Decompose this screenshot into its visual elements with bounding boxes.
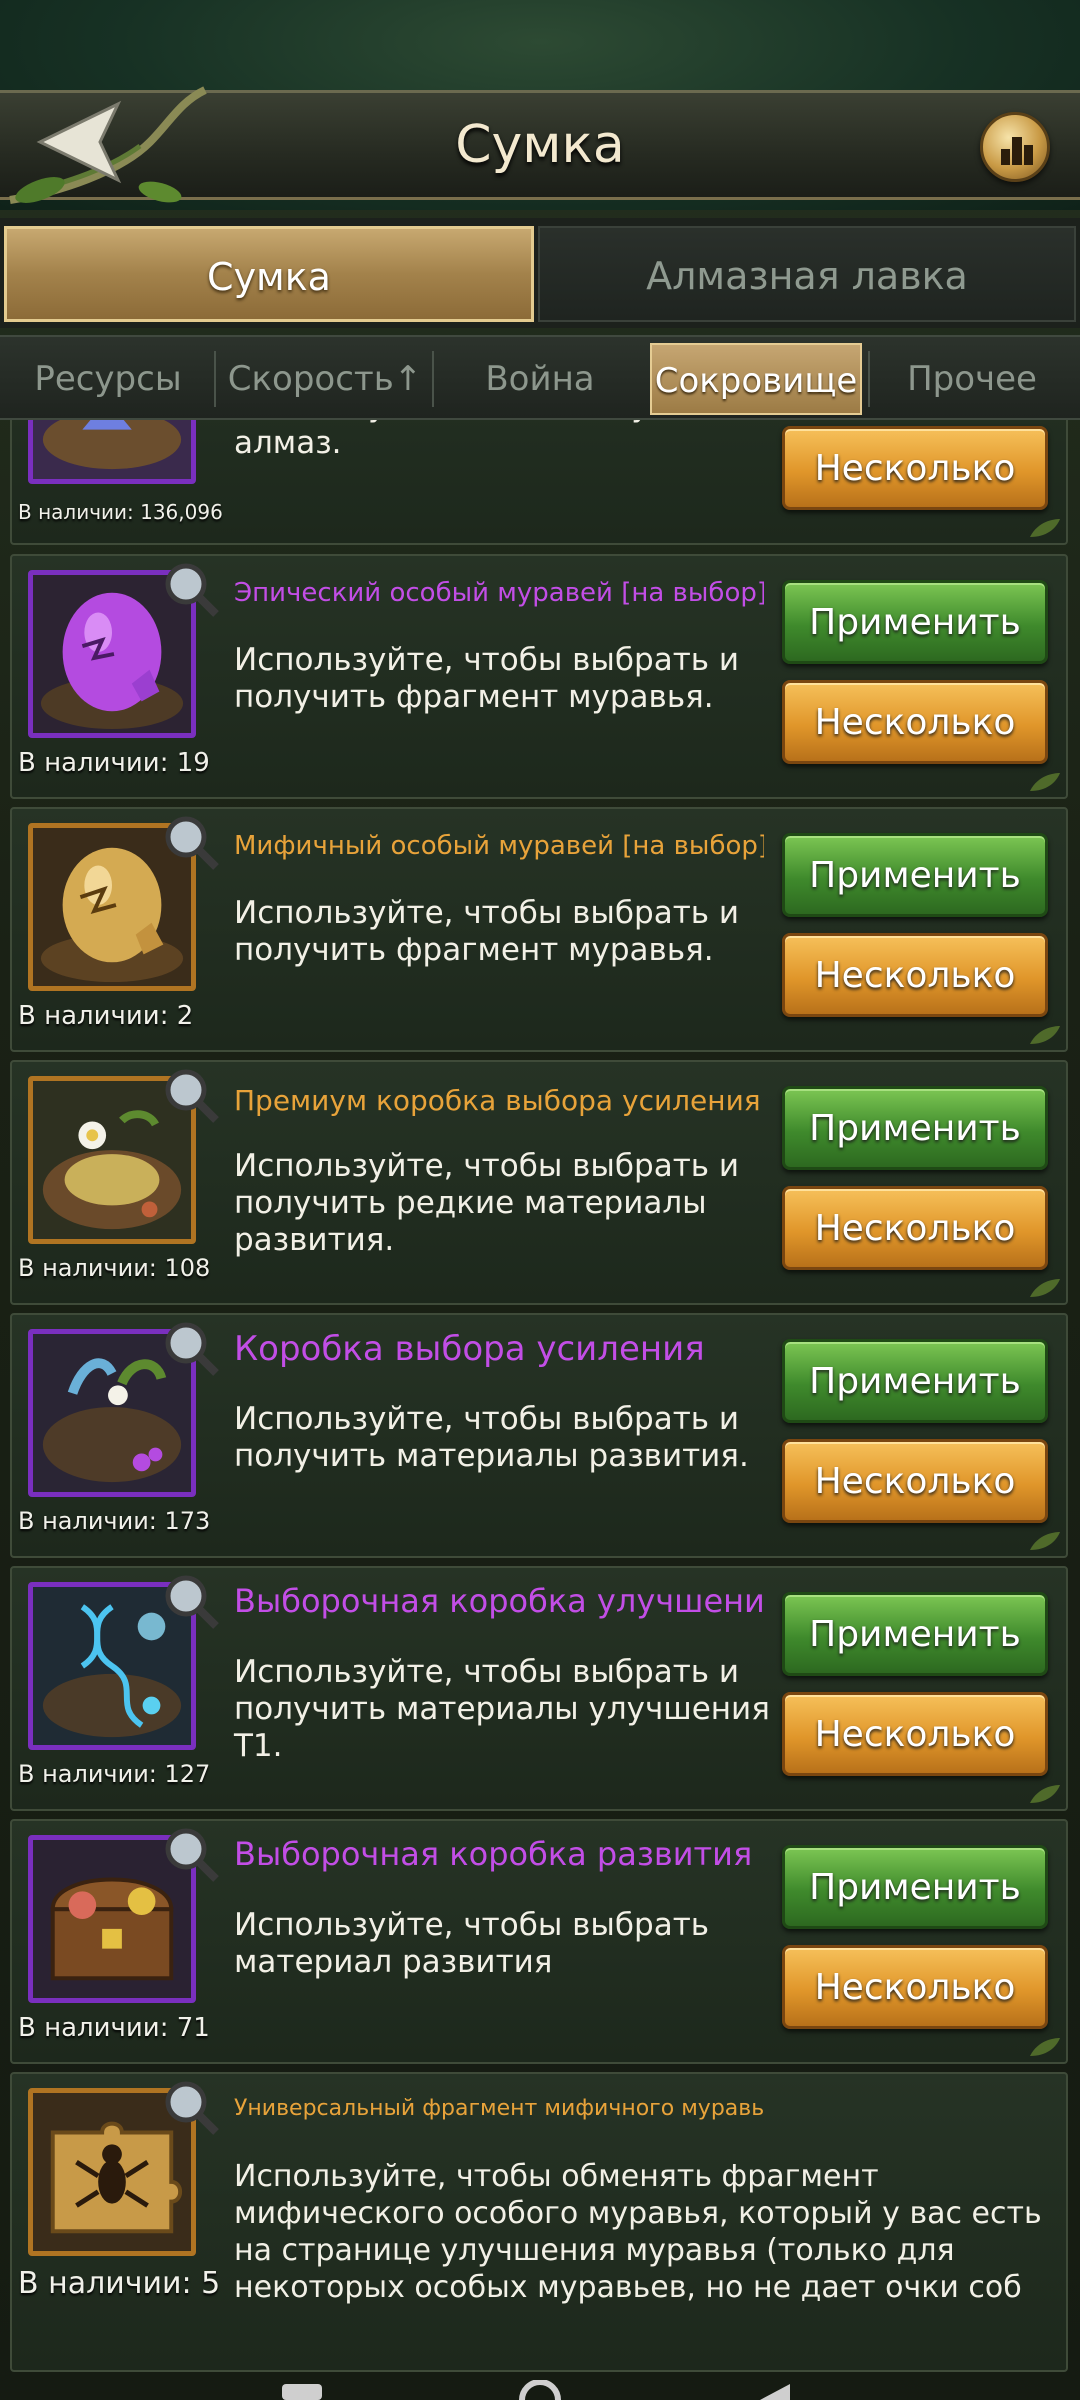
item-quantity: В наличии: 108 <box>18 1254 211 1282</box>
multiple-button[interactable]: Несколько <box>782 1186 1048 1270</box>
subtab-resources[interactable]: Ресурсы <box>8 343 208 415</box>
subtab-treasure[interactable]: Сокровище <box>650 343 862 415</box>
item-quantity: В наличии: 71 <box>18 2013 210 2043</box>
multiple-button[interactable]: Несколько <box>782 1439 1048 1523</box>
subtab-divider <box>868 351 870 407</box>
item-description: Используйте, чтобы выбрать и получить фр… <box>234 642 740 715</box>
subtab-speed[interactable]: Скорость↑ <box>220 343 430 415</box>
apply-button[interactable]: Применить <box>782 833 1048 917</box>
subtab-war[interactable]: Война <box>440 343 640 415</box>
magnifier-icon[interactable] <box>162 1825 220 1883</box>
item-name: Универсальный фрагмент мифичного муравья <box>234 2096 764 2121</box>
magnifier-icon[interactable] <box>162 1319 220 1377</box>
item-description: Используйте, чтобы выбрать и получить ма… <box>234 1401 749 1474</box>
item-description: Используйте, чтобы получить 1 алмаз. <box>234 420 754 461</box>
item-name: Выборочная коробка улучшений <box>234 1582 764 1620</box>
leaf-decoration-icon <box>1030 1026 1060 1044</box>
ranking-icon <box>1001 137 1033 165</box>
magnifier-icon[interactable] <box>162 1066 220 1124</box>
multiple-button[interactable]: Несколько <box>782 933 1048 1017</box>
item-quantity: В наличии: 127 <box>18 1760 211 1788</box>
magnifier-icon[interactable] <box>162 560 220 618</box>
list-item: В наличии: 136,096 Используйте, чтобы по… <box>10 420 1068 545</box>
item-name: Мифичный особый муравей [на выбор] <box>234 831 764 861</box>
item-quantity: В наличии: 5 <box>18 2266 221 2301</box>
sub-tab-bar: Ресурсы Скорость↑ Война Сокровище Прочее <box>0 335 1080 420</box>
apply-button[interactable]: Применить <box>782 1339 1048 1423</box>
subtab-divider <box>432 351 434 407</box>
subtab-other[interactable]: Прочее <box>872 343 1072 415</box>
multiple-button[interactable]: Несколько <box>782 680 1048 764</box>
leaf-decoration-icon <box>1030 519 1060 537</box>
tab-bag[interactable]: Сумка <box>4 226 534 322</box>
apply-button[interactable]: Применить <box>782 1845 1048 1929</box>
item-description: Используйте, чтобы выбрать и получить ре… <box>234 1148 740 1258</box>
main-tab-bar: Сумка Алмазная лавка <box>0 218 1080 328</box>
multiple-button[interactable]: Несколько <box>782 1692 1048 1776</box>
list-item[interactable]: В наличии: 5 Универсальный фрагмент мифи… <box>10 2072 1068 2372</box>
leaf-decoration-icon <box>1030 1532 1060 1550</box>
page-title: Сумка <box>455 115 625 175</box>
item-quantity: В наличии: 19 <box>18 748 210 778</box>
tab-diamond-shop[interactable]: Алмазная лавка <box>538 226 1076 322</box>
item-list[interactable]: В наличии: 136,096 Используйте, чтобы по… <box>0 420 1080 2400</box>
leaf-decoration-icon <box>1030 773 1060 791</box>
list-item[interactable]: В наличии: 19 Эпический особый муравей [… <box>10 554 1068 799</box>
list-item[interactable]: В наличии: 108 Премиум коробка выбора ус… <box>10 1060 1068 1305</box>
apply-button[interactable]: Применить <box>782 580 1048 664</box>
item-name: Коробка выбора усиления <box>234 1329 705 1369</box>
item-quantity: В наличии: 136,096 <box>18 500 223 524</box>
magnifier-icon[interactable] <box>162 2078 220 2136</box>
item-description: Используйте, чтобы обменять фрагмент миф… <box>234 2159 1042 2305</box>
subtab-divider <box>214 351 216 407</box>
ranking-button[interactable] <box>980 112 1050 182</box>
item-description: Используйте, чтобы выбрать материал разв… <box>234 1907 710 1980</box>
apply-button[interactable]: Применить <box>782 1592 1048 1676</box>
item-name: Премиум коробка выбора усиления <box>234 1084 761 1117</box>
item-name: Выборочная коробка развития <box>234 1835 753 1873</box>
item-description: Используйте, чтобы выбрать и получить ма… <box>234 1654 770 1764</box>
multiple-button[interactable]: Несколько <box>782 426 1048 510</box>
apply-button[interactable]: Применить <box>782 1086 1048 1170</box>
item-quantity: В наличии: 2 <box>18 1001 194 1031</box>
list-item[interactable]: В наличии: 71 Выборочная коробка развити… <box>10 1819 1068 2064</box>
leaf-decoration-icon <box>1030 1279 1060 1297</box>
bag-screen: Сумка Сумка Алмазная лавка Ресурсы Скоро… <box>0 0 1080 2400</box>
diamond-pile-icon <box>33 420 191 479</box>
item-description: Используйте, чтобы выбрать и получить фр… <box>234 895 740 968</box>
system-nav-bar <box>282 2380 790 2400</box>
list-item[interactable]: В наличии: 127 Выборочная коробка улучше… <box>10 1566 1068 1811</box>
item-quantity: В наличии: 173 <box>18 1507 211 1535</box>
item-icon-frame <box>28 420 196 484</box>
leaf-decoration-icon <box>1030 1785 1060 1803</box>
multiple-button[interactable]: Несколько <box>782 1945 1048 2029</box>
leaf-decoration-icon <box>1030 2038 1060 2056</box>
magnifier-icon[interactable] <box>162 813 220 871</box>
back-button[interactable] <box>0 82 215 207</box>
item-name: Эпический особый муравей [на выбор] <box>234 578 764 608</box>
list-item[interactable]: В наличии: 173 Коробка выбора усиления И… <box>10 1313 1068 1558</box>
list-item[interactable]: В наличии: 2 Мифичный особый муравей [на… <box>10 807 1068 1052</box>
back-arrow-icon <box>9 86 207 204</box>
magnifier-icon[interactable] <box>162 1572 220 1630</box>
